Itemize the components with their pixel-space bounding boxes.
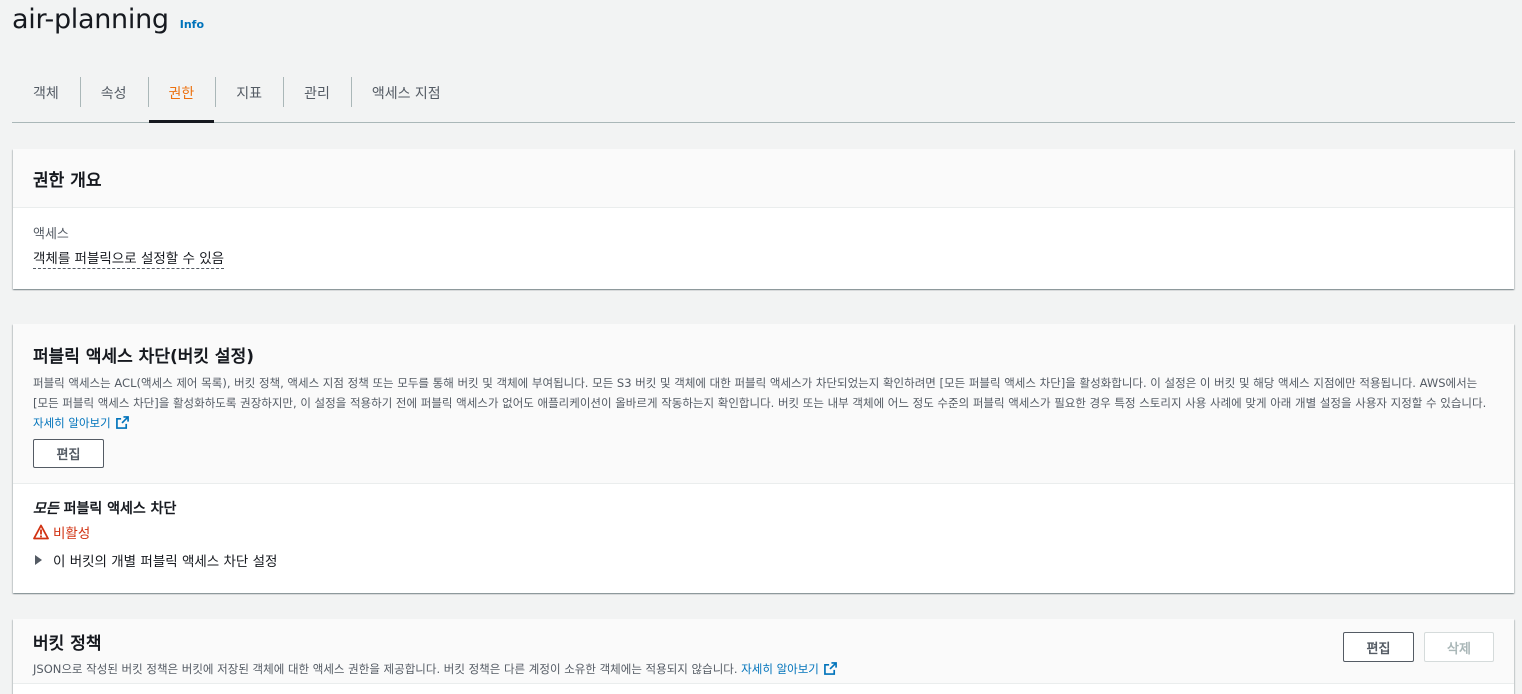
- tab-access-points[interactable]: 액세스 지점: [350, 64, 462, 122]
- learn-more-link[interactable]: 자세히 알아보기: [741, 662, 837, 676]
- tab-permissions[interactable]: 권한: [147, 64, 216, 123]
- info-link[interactable]: Info: [180, 18, 204, 31]
- expander-label: 이 버킷의 개별 퍼블릭 액세스 차단 설정: [53, 554, 278, 570]
- tab-metrics[interactable]: 지표: [215, 64, 283, 122]
- learn-more-text: 자세히 알아보기: [741, 662, 819, 676]
- page: air-planning Info 객체 속성 권한 지표 관리 액세스 지점 …: [0, 0, 1522, 694]
- caret-right-icon: [35, 555, 42, 565]
- edit-button[interactable]: 편집: [1343, 632, 1414, 662]
- access-value[interactable]: 객체를 퍼블릭으로 설정할 수 있음: [33, 247, 225, 269]
- panel-title: 퍼블릭 액세스 차단(버킷 설정): [33, 347, 254, 367]
- permissions-overview-panel: 권한 개요 액세스 객체를 퍼블릭으로 설정할 수 있음: [13, 149, 1514, 289]
- panel-header: 권한 개요: [13, 149, 1514, 208]
- description-text: 퍼블릭 액세스는 ACL(액세스 제어 목록), 버킷 정책, 액세스 지점 정…: [33, 376, 1487, 410]
- status-indicator: 비활성: [33, 522, 1494, 542]
- panel-title: 버킷 정책: [33, 634, 102, 654]
- external-link-icon: [823, 662, 837, 675]
- block-all-label-rest: 퍼블릭 액세스 차단: [58, 501, 177, 517]
- panel-description: JSON으로 작성된 버킷 정책은 버킷에 저장된 객체에 대한 액세스 권한을…: [33, 660, 1233, 678]
- panel-description: 퍼블릭 액세스는 ACL(액세스 제어 목록), 버킷 정책, 액세스 지점 정…: [33, 373, 1488, 433]
- tab-label: 관리: [304, 86, 330, 102]
- panel-body: 모든 퍼블릭 액세스 차단 비활성 이 버킷의 개별 퍼블릭 액세스 차단 설정: [13, 484, 1514, 584]
- delete-button[interactable]: 삭제: [1424, 632, 1494, 662]
- learn-more-text: 자세히 알아보기: [33, 416, 111, 430]
- individual-settings-expander[interactable]: 이 버킷의 개별 퍼블릭 액세스 차단 설정: [33, 550, 1494, 570]
- tab-label: 액세스 지점: [371, 86, 441, 102]
- panel-header: 버킷 정책 JSON으로 작성된 버킷 정책은 버킷에 저장된 객체에 대한 액…: [13, 619, 1514, 684]
- tab-management[interactable]: 관리: [283, 64, 351, 122]
- tab-label: 지표: [236, 86, 263, 102]
- tab-label: 객체: [33, 86, 59, 102]
- tab-label: 권한: [168, 86, 195, 102]
- panel-title: 권한 개요: [33, 170, 102, 191]
- description-text: JSON으로 작성된 버킷 정책은 버킷에 저장된 객체에 대한 액세스 권한을…: [33, 662, 738, 676]
- page-header: air-planning Info: [12, 4, 204, 35]
- edit-button[interactable]: 편집: [33, 439, 104, 468]
- tab-bar: 객체 속성 권한 지표 관리 액세스 지점: [12, 64, 1515, 123]
- tab-properties[interactable]: 속성: [79, 64, 148, 122]
- block-all-label: 모든 퍼블릭 액세스 차단: [33, 498, 1494, 518]
- status-text: 비활성: [53, 526, 91, 542]
- access-label: 액세스: [33, 227, 69, 242]
- block-all-label-em: 모든: [33, 501, 59, 517]
- panel-header: 퍼블릭 액세스 차단(버킷 설정) 퍼블릭 액세스는 ACL(액세스 제어 목록…: [13, 324, 1514, 484]
- page-title: air-planning: [12, 4, 169, 35]
- tab-objects[interactable]: 객체: [12, 64, 80, 122]
- bucket-policy-panel: 버킷 정책 JSON으로 작성된 버킷 정책은 버킷에 저장된 객체에 대한 액…: [13, 619, 1514, 694]
- warning-icon: [33, 524, 49, 540]
- tab-label: 속성: [100, 86, 127, 102]
- learn-more-link[interactable]: 자세히 알아보기: [33, 416, 129, 430]
- block-public-access-panel: 퍼블릭 액세스 차단(버킷 설정) 퍼블릭 액세스는 ACL(액세스 제어 목록…: [13, 324, 1514, 593]
- panel-body: 액세스 객체를 퍼블릭으로 설정할 수 있음: [13, 208, 1514, 284]
- external-link-icon: [115, 416, 129, 429]
